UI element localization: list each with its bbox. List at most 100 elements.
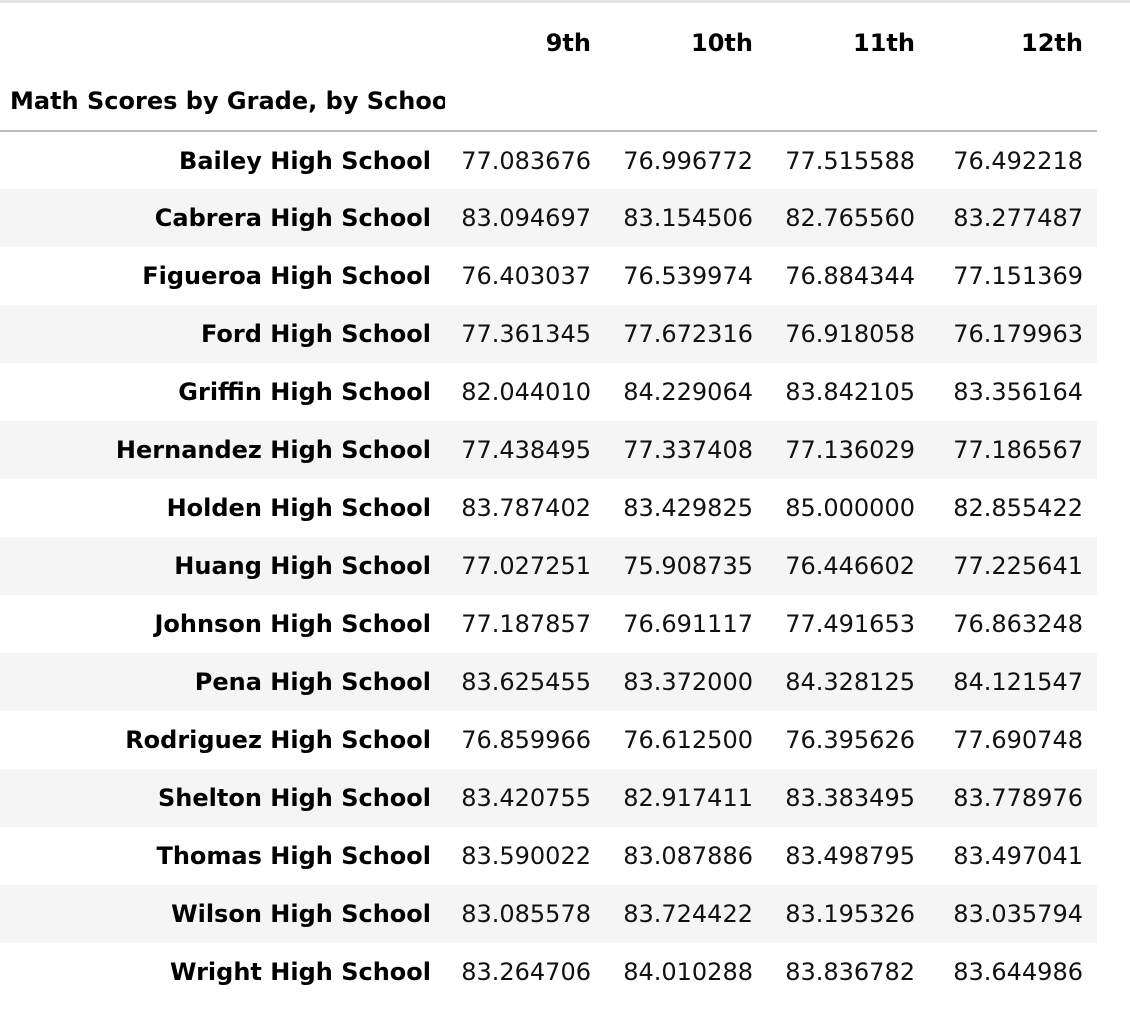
score-cell-12th: 83.035794: [953, 900, 1083, 928]
score-cell-12th: 83.778976: [953, 784, 1083, 812]
column-header-9th: 9th: [545, 29, 591, 57]
score-cell-10th: 83.372000: [623, 668, 753, 696]
school-name: Figueroa High School: [142, 262, 431, 290]
school-name: Griffin High School: [178, 378, 431, 406]
math-scores-table: 9th 10th 11th 12th Math Scores by Grade,…: [0, 14, 1097, 1001]
score-cell-11th: 82.765560: [785, 204, 915, 232]
school-name: Ford High School: [200, 320, 431, 348]
score-cell-11th: 84.328125: [785, 668, 915, 696]
score-cell-10th: 83.087886: [623, 842, 753, 870]
index-name-row: Math Scores by Grade, by School: [0, 72, 1097, 131]
table-row: Ford High School 77.361345 77.672316 76.918…: [0, 305, 1097, 363]
score-cell-11th: 76.884344: [785, 262, 915, 290]
school-name: Wilson High School: [171, 900, 431, 928]
score-cell-9th: 83.625455: [461, 668, 591, 696]
score-cell-10th: 84.229064: [623, 378, 753, 406]
score-cell-12th: 82.855422: [953, 494, 1083, 522]
score-cell-12th: 76.492218: [953, 146, 1083, 175]
score-cell-12th: 83.356164: [953, 378, 1083, 406]
score-cell-9th: 77.361345: [461, 320, 591, 348]
score-cell-12th: 83.277487: [953, 204, 1083, 232]
score-cell-10th: 83.154506: [623, 204, 753, 232]
school-name: Bailey High School: [179, 146, 431, 175]
score-cell-11th: 76.395626: [785, 726, 915, 754]
score-cell-11th: 83.842105: [785, 378, 915, 406]
dataframe-output: 9th 10th 11th 12th Math Scores by Grade,…: [0, 14, 1097, 1001]
table-row: Shelton High School 83.420755 82.917411 83.…: [0, 769, 1097, 827]
score-cell-10th: 77.337408: [623, 436, 753, 464]
score-cell-12th: 76.863248: [953, 610, 1083, 638]
column-header-11th: 11th: [853, 29, 915, 57]
score-cell-10th: 82.917411: [623, 784, 753, 812]
score-cell-9th: 83.590022: [461, 842, 591, 870]
score-cell-9th: 83.420755: [461, 784, 591, 812]
score-cell-12th: 83.497041: [953, 842, 1083, 870]
score-cell-11th: 77.136029: [785, 436, 915, 464]
score-cell-12th: 84.121547: [953, 668, 1083, 696]
score-cell-9th: 77.083676: [461, 146, 591, 175]
score-cell-11th: 83.383495: [785, 784, 915, 812]
school-name: Huang High School: [174, 552, 431, 580]
score-cell-12th: 77.690748: [953, 726, 1083, 754]
index-header-blank: [0, 14, 445, 72]
score-cell-10th: 76.996772: [623, 146, 753, 175]
school-name: Thomas High School: [156, 842, 431, 870]
score-cell-12th: 77.225641: [953, 552, 1083, 580]
score-cell-10th: 76.539974: [623, 262, 753, 290]
score-cell-9th: 83.264706: [461, 958, 591, 986]
output-top-border: [0, 0, 1130, 3]
school-name: Hernandez High School: [115, 436, 431, 464]
table-row: Bailey High School 77.083676 76.996772 77.5…: [0, 131, 1097, 189]
score-cell-10th: 77.672316: [623, 320, 753, 348]
score-cell-9th: 77.438495: [461, 436, 591, 464]
score-cell-10th: 83.724422: [623, 900, 753, 928]
column-header-10th: 10th: [691, 29, 753, 57]
school-name: Johnson High School: [154, 610, 431, 638]
score-cell-9th: 77.027251: [461, 552, 591, 580]
score-cell-10th: 75.908735: [623, 552, 753, 580]
table-row: Hernandez High School 77.438495 77.337408 7…: [0, 421, 1097, 479]
score-cell-12th: 83.644986: [953, 958, 1083, 986]
table-row: Pena High School 83.625455 83.372000 84.328…: [0, 653, 1097, 711]
score-cell-11th: 77.491653: [785, 610, 915, 638]
table-row: Holden High School 83.787402 83.429825 85.0…: [0, 479, 1097, 537]
score-cell-11th: 76.918058: [785, 320, 915, 348]
school-name: Rodriguez High School: [125, 726, 431, 754]
score-cell-9th: 77.187857: [461, 610, 591, 638]
table-row: Thomas High School 83.590022 83.087886 83.4…: [0, 827, 1097, 885]
score-cell-12th: 77.151369: [953, 262, 1083, 290]
score-cell-9th: 83.094697: [461, 204, 591, 232]
table-row: Wilson High School 83.085578 83.724422 83.1…: [0, 885, 1097, 943]
index-name-label: Math Scores by Grade, by School: [10, 87, 445, 115]
school-name: Shelton High School: [157, 784, 431, 812]
score-cell-9th: 83.085578: [461, 900, 591, 928]
table-row: Griffin High School 82.044010 84.229064 83.…: [0, 363, 1097, 421]
score-cell-11th: 76.446602: [785, 552, 915, 580]
table-header: 9th 10th 11th 12th Math Scores by Grade,…: [0, 14, 1097, 131]
score-cell-9th: 76.403037: [461, 262, 591, 290]
table-row: Cabrera High School 83.094697 83.154506 82.…: [0, 189, 1097, 247]
score-cell-11th: 83.836782: [785, 958, 915, 986]
table-row: Rodriguez High School 76.859966 76.612500 7…: [0, 711, 1097, 769]
school-name: Pena High School: [194, 668, 431, 696]
score-cell-11th: 83.498795: [785, 842, 915, 870]
score-cell-9th: 76.859966: [461, 726, 591, 754]
score-cell-11th: 83.195326: [785, 900, 915, 928]
table-row: Figueroa High School 76.403037 76.539974 76…: [0, 247, 1097, 305]
score-cell-10th: 76.691117: [623, 610, 753, 638]
column-header-row: 9th 10th 11th 12th: [0, 14, 1097, 72]
school-name: Cabrera High School: [154, 204, 431, 232]
score-cell-10th: 83.429825: [623, 494, 753, 522]
table-row: Johnson High School 77.187857 76.691117 77.…: [0, 595, 1097, 653]
score-cell-11th: 77.515588: [785, 146, 915, 175]
column-header-12th: 12th: [1021, 29, 1083, 57]
score-cell-9th: 83.787402: [461, 494, 591, 522]
score-cell-10th: 84.010288: [623, 958, 753, 986]
score-cell-12th: 77.186567: [953, 436, 1083, 464]
school-name: Wright High School: [170, 958, 431, 986]
score-cell-11th: 85.000000: [785, 494, 915, 522]
school-name: Holden High School: [166, 494, 431, 522]
score-cell-10th: 76.612500: [623, 726, 753, 754]
table-row: Huang High School 77.027251 75.908735 76.44…: [0, 537, 1097, 595]
table-body: Bailey High School 77.083676 76.996772 77.5…: [0, 131, 1097, 1001]
